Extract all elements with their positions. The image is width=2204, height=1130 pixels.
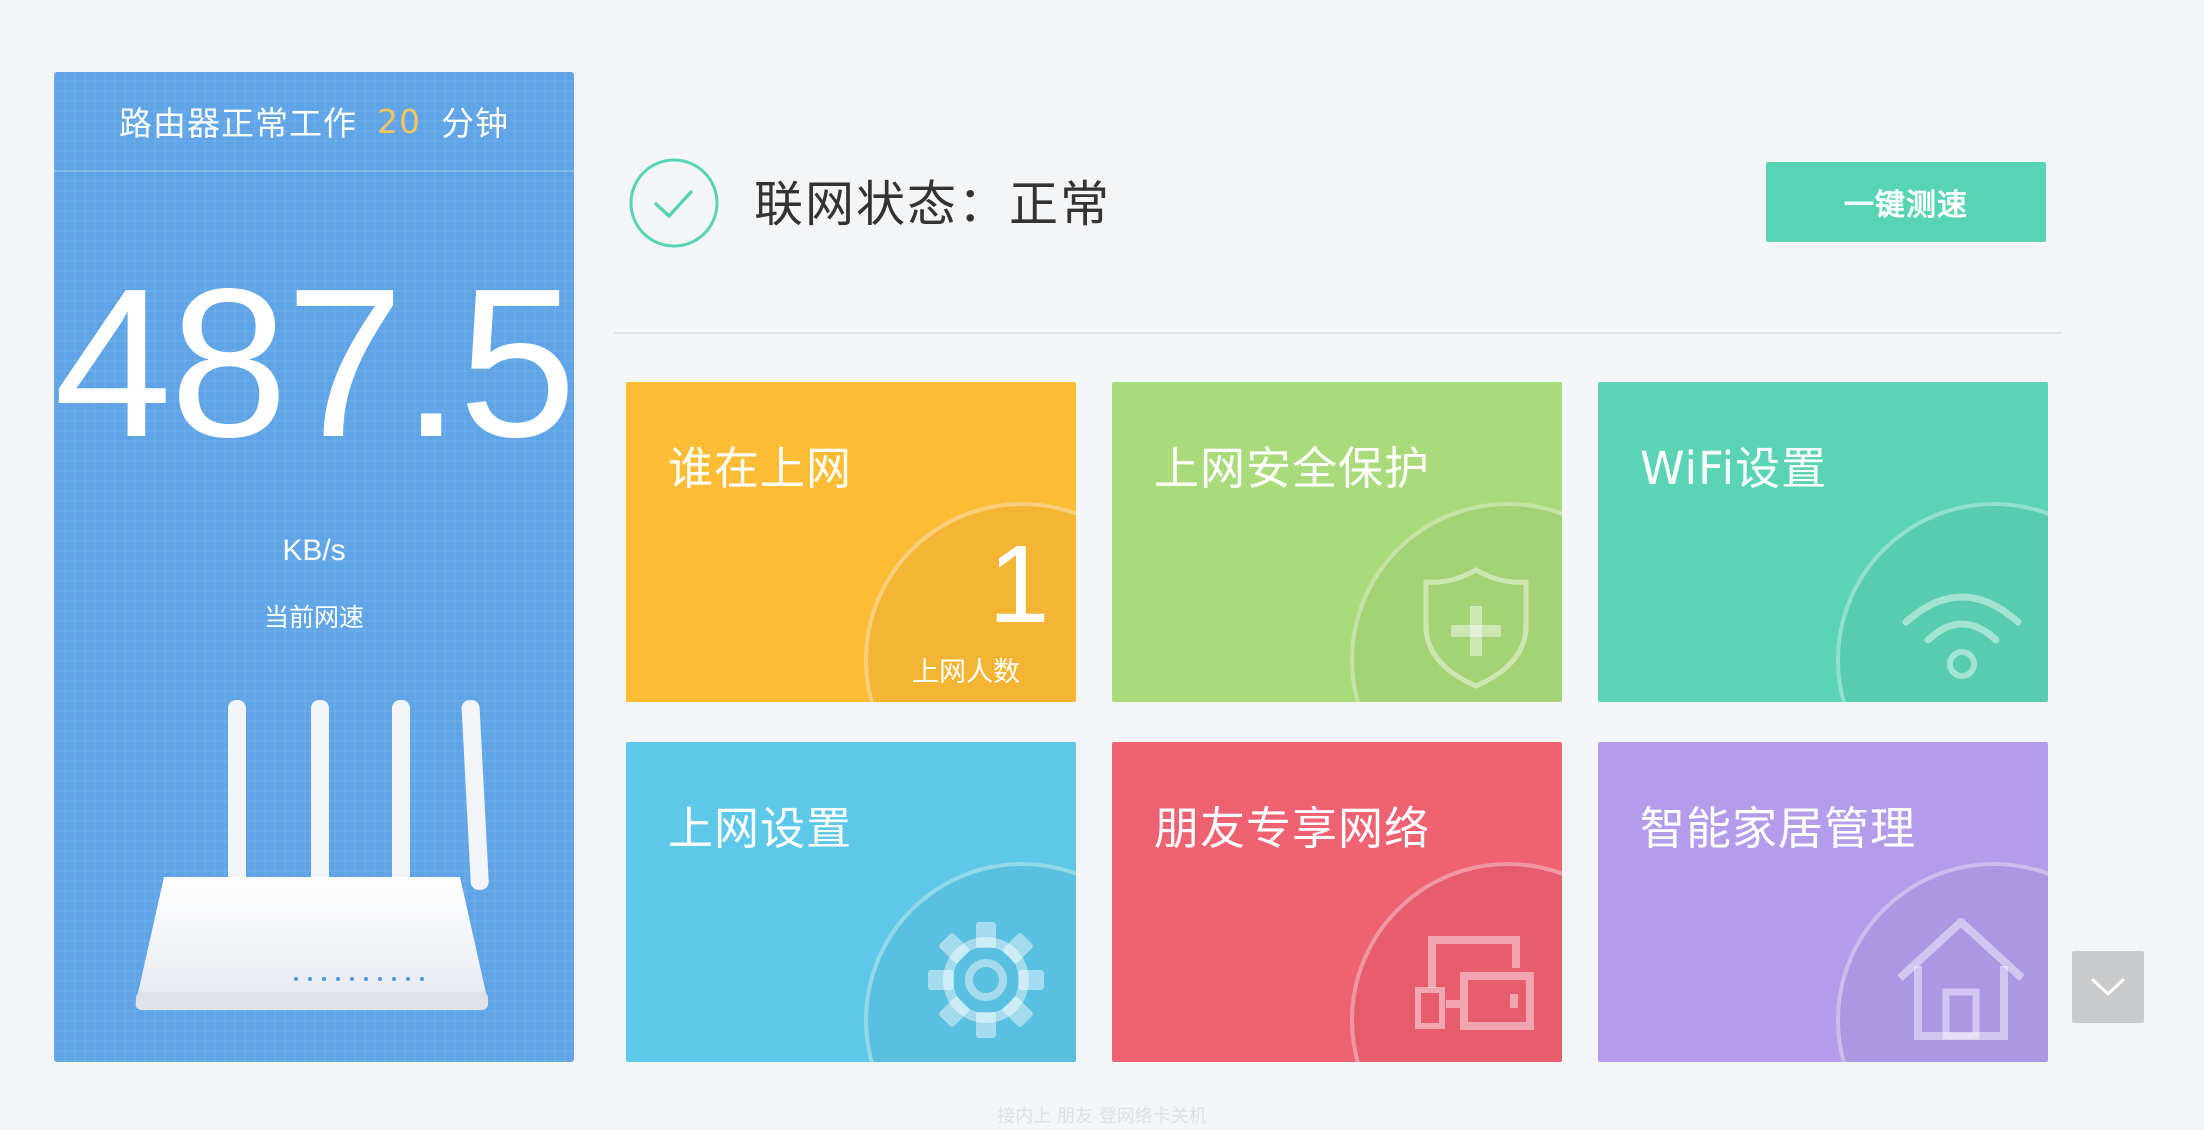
footer-text: 接内上 朋友 登网络卡关机 — [997, 1106, 1207, 1127]
speed-unit: KB/s — [282, 534, 346, 567]
tile-wifi-settings[interactable]: WiFi设置 — [1598, 382, 2048, 702]
online-count: 1 — [988, 523, 1050, 646]
uptime-unit: 分钟 — [441, 104, 509, 143]
tile-guest-network[interactable]: 朋友专享网络 — [1112, 742, 1562, 1062]
online-count-label: 上网人数 — [912, 657, 1020, 688]
tile-internet-settings[interactable]: 上网设置 — [626, 742, 1076, 1062]
tile-title: 朋友专享网络 — [1154, 802, 1431, 855]
router-status-panel: 路由器正常工作 20 分钟 487.5 KB/s 当前网速 — [54, 72, 577, 1062]
shield-plus-icon — [1423, 567, 1529, 689]
tile-title: 谁在上网 — [668, 442, 853, 495]
network-status-text: 联网状态：正常 — [754, 176, 1112, 233]
house-icon — [1897, 918, 2025, 1040]
tile-title: 上网安全保护 — [1154, 442, 1431, 495]
tile-title: 智能家居管理 — [1640, 802, 1917, 855]
tile-title: 上网设置 — [668, 802, 853, 855]
tile-who-online[interactable]: 谁在上网 1 上网人数 — [626, 382, 1076, 702]
wifi-icon — [1902, 593, 2022, 679]
current-speed-value: 487.5 — [54, 244, 577, 481]
uptime-row: 路由器正常工作 20 分钟 — [54, 72, 574, 172]
gear-icon — [928, 922, 1044, 1038]
speed-label: 当前网速 — [263, 603, 364, 632]
status-ok-check-icon — [629, 158, 719, 248]
uptime-value: 20 — [377, 101, 421, 141]
tile-security-protection[interactable]: 上网安全保护 — [1112, 382, 1562, 702]
devices-icon — [1415, 936, 1534, 1030]
tile-title: WiFi设置 — [1640, 442, 1828, 495]
router-illustration — [135, 700, 489, 1010]
divider — [614, 332, 2062, 334]
tile-smart-home[interactable]: 智能家居管理 — [1598, 742, 2048, 1062]
speed-test-button[interactable]: 一键测速 — [1766, 162, 2046, 242]
uptime-prefix: 路由器正常工作 — [119, 104, 357, 143]
chevron-down-icon — [2091, 978, 2125, 996]
scroll-down-button[interactable] — [2072, 951, 2144, 1023]
